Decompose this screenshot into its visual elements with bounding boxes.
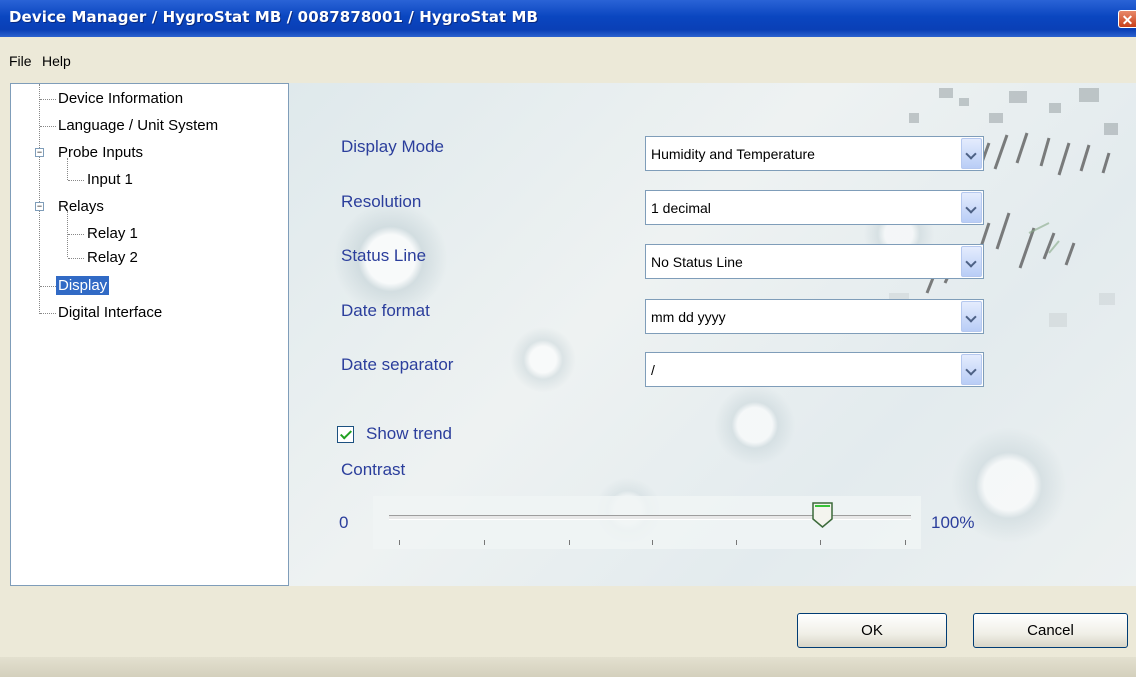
display-mode-label: Display Mode (341, 137, 444, 156)
menu-bar: File Help (0, 37, 1136, 73)
tree-connector (68, 180, 84, 181)
contrast-slider-thumb[interactable] (812, 502, 833, 528)
tree-item-label: Digital Interface (58, 304, 163, 321)
tree-connector (39, 84, 40, 314)
display-mode-value: Humidity and Temperature (651, 146, 815, 162)
settings-tree: Device Information Language / Unit Syste… (10, 83, 289, 586)
contrast-label: Contrast (341, 460, 406, 479)
menu-file[interactable]: File (9, 53, 32, 69)
date-format-label: Date format (341, 301, 430, 320)
tree-item-label: Language / Unit System (58, 117, 219, 134)
ok-button[interactable]: OK (797, 613, 947, 648)
date-format-select[interactable]: mm dd yyyy (645, 299, 984, 334)
collapse-probe-inputs-icon[interactable]: − (35, 148, 44, 157)
chevron-down-icon[interactable] (961, 246, 982, 277)
slider-tick (484, 540, 485, 545)
date-separator-label: Date separator (341, 355, 454, 374)
tree-connector (40, 313, 56, 314)
show-trend-checkbox[interactable] (337, 426, 354, 443)
tree-connector (40, 99, 56, 100)
tree-item-input-1[interactable]: Input 1 (87, 170, 133, 190)
collapse-relays-icon[interactable]: − (35, 202, 44, 211)
tree-connector (40, 126, 56, 127)
cancel-button[interactable]: Cancel (973, 613, 1128, 648)
chevron-down-icon[interactable] (961, 192, 982, 223)
contrast-max-label: 100% (931, 513, 975, 532)
tree-item-display[interactable]: Display (54, 275, 111, 296)
resolution-select[interactable]: 1 decimal (645, 190, 984, 225)
date-separator-select[interactable]: / (645, 352, 984, 387)
tree-item-label: Device Information (58, 90, 184, 107)
checkmark-icon (339, 427, 353, 440)
title-bar: Device Manager / HygroStat MB / 00878780… (0, 0, 1136, 37)
date-separator-value: / (651, 362, 655, 378)
slider-tick (652, 540, 653, 545)
slider-tick (399, 540, 400, 545)
tree-item-label: Input 1 (87, 171, 133, 188)
status-line-label: Status Line (341, 246, 427, 265)
status-bar (0, 657, 1136, 677)
status-line-select[interactable]: No Status Line (645, 244, 984, 279)
date-format-value: mm dd yyyy (651, 309, 726, 325)
contrast-slider-area (373, 496, 921, 549)
window-title: Device Manager / HygroStat MB / 00878780… (9, 8, 539, 26)
tree-item-label: Display (54, 275, 111, 296)
contrast-min-label: 0 (339, 513, 349, 532)
tree-item-probe-inputs[interactable]: Probe Inputs (58, 143, 143, 163)
resolution-label: Resolution (341, 192, 422, 211)
display-mode-select[interactable]: Humidity and Temperature (645, 136, 984, 171)
close-icon: ✕ (1121, 12, 1134, 28)
show-trend-label[interactable]: Show trend (366, 424, 452, 444)
tree-connector (68, 234, 84, 235)
tree-item-label: Probe Inputs (58, 144, 144, 161)
tree-connector (40, 286, 56, 287)
tree-item-label: Relay 1 (87, 225, 138, 242)
status-line-value: No Status Line (651, 254, 743, 270)
tree-item-label: Relays (58, 198, 104, 215)
tree-item-relays[interactable]: Relays (58, 197, 104, 217)
tree-connector (68, 258, 84, 259)
close-button[interactable]: ✕ (1118, 10, 1136, 28)
tree-item-label: Relay 2 (87, 249, 138, 266)
tree-item-relay-2[interactable]: Relay 2 (87, 248, 138, 268)
slider-tick (905, 540, 906, 545)
resolution-value: 1 decimal (651, 200, 711, 216)
settings-panel: Display Mode Humidity and Temperature Re… (289, 83, 1136, 586)
chevron-down-icon[interactable] (961, 138, 982, 169)
tree-item-device-information[interactable]: Device Information (58, 89, 183, 109)
tree-item-relay-1[interactable]: Relay 1 (87, 224, 138, 244)
slider-tick (820, 540, 821, 545)
tree-item-digital-interface[interactable]: Digital Interface (58, 303, 162, 323)
menu-help[interactable]: Help (42, 53, 71, 69)
chevron-down-icon[interactable] (961, 354, 982, 385)
tree-item-language-unit-system[interactable]: Language / Unit System (58, 116, 218, 136)
slider-tick (736, 540, 737, 545)
slider-tick (569, 540, 570, 545)
chevron-down-icon[interactable] (961, 301, 982, 332)
